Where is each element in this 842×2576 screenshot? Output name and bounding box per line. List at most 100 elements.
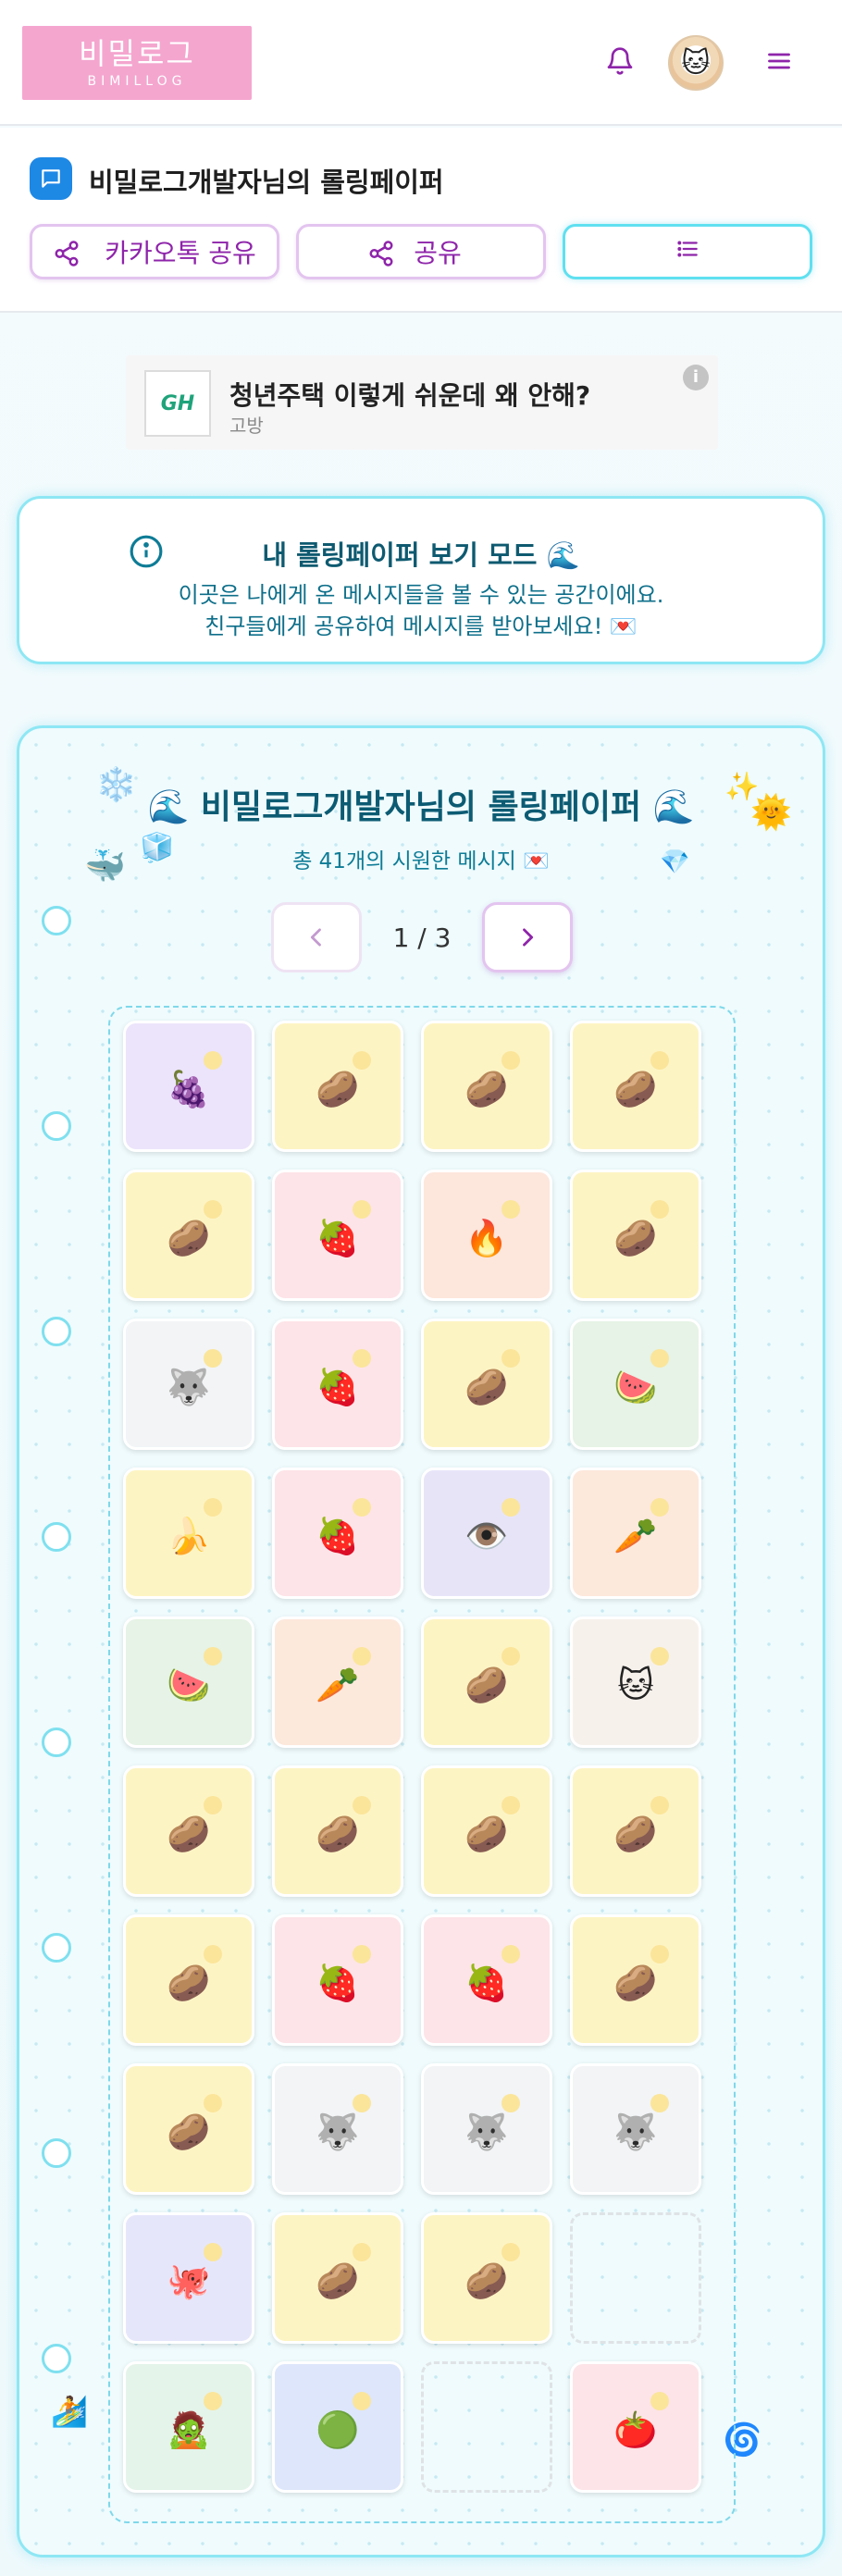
message-emoji-icon: 🍉 xyxy=(613,1367,658,1407)
card-dot-decoration xyxy=(501,2243,520,2261)
menu-icon[interactable] xyxy=(761,43,798,80)
message-emoji-icon: 🥔 xyxy=(464,1367,509,1407)
message-card[interactable]: 🥔 xyxy=(123,1765,254,1897)
message-card[interactable]: 🐺 xyxy=(272,2063,403,2195)
message-card[interactable]: 🍌 xyxy=(123,1468,254,1599)
card-dot-decoration xyxy=(353,1647,371,1666)
message-emoji-icon: 🍓 xyxy=(316,1516,360,1556)
message-card[interactable]: 🥔 xyxy=(570,1170,701,1301)
message-card[interactable]: 🐺 xyxy=(123,1319,254,1450)
card-dot-decoration xyxy=(650,2094,669,2112)
binder-ring xyxy=(42,1317,71,1346)
card-dot-decoration xyxy=(650,1051,669,1070)
message-emoji-icon: 🐙 xyxy=(167,2260,211,2301)
message-card[interactable]: 🥔 xyxy=(421,1765,552,1897)
card-dot-decoration xyxy=(353,1945,371,1963)
page-title: 비밀로그개발자님의 롤링페이퍼 xyxy=(89,167,444,198)
message-card[interactable]: 🍓 xyxy=(421,1914,552,2046)
message-emoji-icon: 🍓 xyxy=(464,1963,509,2003)
message-emoji-icon: 🍓 xyxy=(316,1218,360,1258)
message-card[interactable]: 👁️ xyxy=(421,1468,552,1599)
message-card[interactable]: 🥕 xyxy=(570,1468,701,1599)
message-card[interactable]: 🥔 xyxy=(123,1914,254,2046)
message-card[interactable]: 🥔 xyxy=(272,1021,403,1152)
share-button[interactable]: 공유 xyxy=(296,224,546,279)
card-dot-decoration xyxy=(204,1200,222,1219)
message-card[interactable]: 🥔 xyxy=(421,1319,552,1450)
card-dot-decoration xyxy=(501,2094,520,2112)
card-dot-decoration xyxy=(204,1051,222,1070)
kakao-share-button[interactable]: 카카오톡 공유 xyxy=(30,224,279,279)
card-dot-decoration xyxy=(204,1796,222,1814)
ad-sponsor: 고방 xyxy=(229,415,264,437)
message-card[interactable]: 🐱 xyxy=(570,1616,701,1748)
message-emoji-icon: 🥔 xyxy=(613,1218,658,1258)
binder-ring xyxy=(42,906,71,935)
next-page-button[interactable] xyxy=(482,902,573,972)
message-card[interactable]: 🥔 xyxy=(570,1765,701,1897)
logo[interactable]: 비밀로그 BIMILLOG xyxy=(22,26,252,100)
message-card[interactable]: 🍓 xyxy=(272,1914,403,2046)
message-card[interactable]: 🍉 xyxy=(123,1616,254,1748)
app-header: 비밀로그 BIMILLOG 🐱 xyxy=(0,0,842,126)
message-card[interactable]: 🥔 xyxy=(421,1021,552,1152)
message-card[interactable]: 🥕 xyxy=(272,1616,403,1748)
message-emoji-icon: 🥕 xyxy=(613,1516,658,1556)
card-dot-decoration xyxy=(204,2392,222,2410)
message-card[interactable]: 🔥 xyxy=(421,1170,552,1301)
message-emoji-icon: 🥔 xyxy=(167,1218,211,1258)
ad-info-icon[interactable]: i xyxy=(683,365,709,390)
message-card[interactable]: 🟢 xyxy=(272,2361,403,2493)
message-card[interactable]: 🍅 xyxy=(570,2361,701,2493)
message-card[interactable]: 🥔 xyxy=(421,1616,552,1748)
message-card[interactable]: 🧟 xyxy=(123,2361,254,2493)
message-card[interactable]: 🥔 xyxy=(272,1765,403,1897)
message-count: 총 41개의 시원한 메시지 💌 xyxy=(292,849,550,873)
list-view-button[interactable] xyxy=(563,224,812,279)
card-dot-decoration xyxy=(204,2243,222,2261)
message-card[interactable]: 🥔 xyxy=(123,1170,254,1301)
message-emoji-icon: 🥔 xyxy=(613,1963,658,2003)
card-dot-decoration xyxy=(204,1498,222,1517)
message-card[interactable]: 🐺 xyxy=(421,2063,552,2195)
binder-ring xyxy=(42,2138,71,2168)
card-dot-decoration xyxy=(353,1349,371,1368)
empty-message-slot[interactable] xyxy=(421,2361,552,2493)
ad-banner[interactable]: GH 청년주택 이렇게 쉬운데 왜 안해? 고방 i xyxy=(126,355,718,450)
message-card[interactable]: 🍓 xyxy=(272,1170,403,1301)
message-emoji-icon: 🍉 xyxy=(167,1665,211,1705)
message-card[interactable]: 🐺 xyxy=(570,2063,701,2195)
prev-page-button[interactable] xyxy=(271,902,362,972)
message-card[interactable]: 🍉 xyxy=(570,1319,701,1450)
message-card[interactable]: 🍇 xyxy=(123,1021,254,1152)
chevron-right-icon xyxy=(523,928,534,947)
message-emoji-icon: 🐺 xyxy=(613,2112,658,2152)
message-card[interactable]: 🐙 xyxy=(123,2212,254,2344)
avatar[interactable]: 🐱 xyxy=(668,35,724,91)
card-dot-decoration xyxy=(353,1051,371,1070)
bell-icon[interactable] xyxy=(601,43,638,80)
message-emoji-icon: 🥔 xyxy=(464,2260,509,2301)
message-card[interactable]: 🥔 xyxy=(570,1021,701,1152)
message-emoji-icon: 🐺 xyxy=(167,1367,211,1407)
card-dot-decoration xyxy=(353,1796,371,1814)
message-emoji-icon: 🥔 xyxy=(613,1814,658,1854)
message-card[interactable]: 🍓 xyxy=(272,1319,403,1450)
card-dot-decoration xyxy=(650,1945,669,1963)
message-emoji-icon: 🍓 xyxy=(316,1963,360,2003)
message-card[interactable]: 🥔 xyxy=(421,2212,552,2344)
view-mode-title: 내 롤링페이퍼 보기 모드 🌊 xyxy=(262,539,580,571)
card-dot-decoration xyxy=(501,1796,520,1814)
message-emoji-icon: 🍅 xyxy=(613,2409,658,2450)
view-mode-line-2: 친구들에게 공유하여 메시지를 받아보세요! 💌 xyxy=(204,613,638,639)
message-card[interactable]: 🥔 xyxy=(272,2212,403,2344)
card-dot-decoration xyxy=(353,2094,371,2112)
message-card[interactable]: 🥔 xyxy=(123,2063,254,2195)
message-card[interactable]: 🍓 xyxy=(272,1468,403,1599)
message-card[interactable]: 🥔 xyxy=(570,1914,701,2046)
logo-korean: 비밀로그 xyxy=(79,36,195,71)
board-title: 🌊 비밀로그개발자님의 롤링페이퍼 🌊 xyxy=(147,788,695,826)
list-icon xyxy=(674,237,701,267)
card-dot-decoration xyxy=(204,2094,222,2112)
empty-message-slot[interactable] xyxy=(570,2212,701,2344)
